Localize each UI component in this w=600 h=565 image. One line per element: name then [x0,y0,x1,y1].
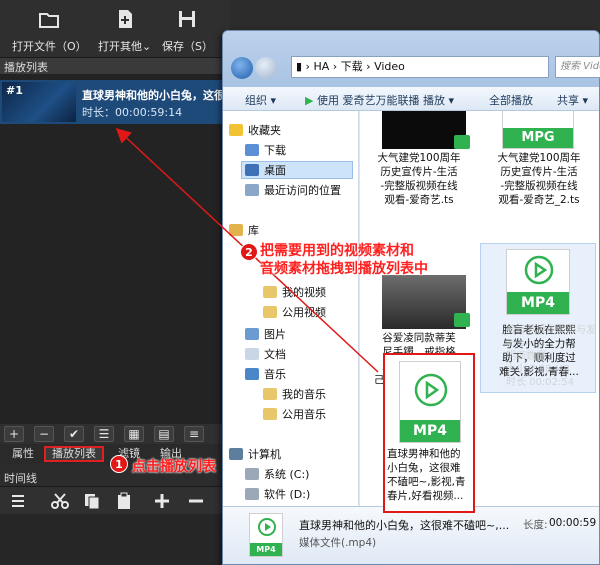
annotation-arrows [115,127,379,373]
step-1-annotation: 点击播放列表 [132,459,216,475]
step-1-badge: 1 [110,455,128,473]
step-2-badge: 2 [240,243,258,261]
step-2-annotation: 把需要用到的视频素材和 音频素材拖拽到播放列表中 [260,243,428,277]
